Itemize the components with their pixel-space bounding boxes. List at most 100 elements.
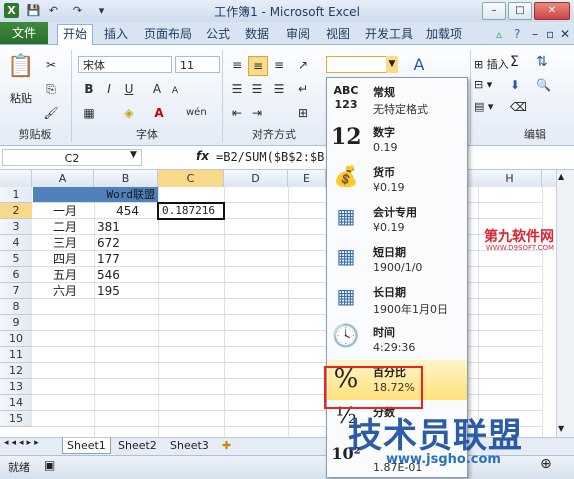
row-header[interactable]: 8: [0, 299, 32, 315]
align-center-icon[interactable]: ☰: [248, 80, 266, 98]
font-size-combo[interactable]: 11: [175, 56, 220, 73]
cell-b1[interactable]: Word联盟: [94, 187, 158, 203]
doc-restore-icon[interactable]: ▫: [546, 25, 554, 43]
tab-insert[interactable]: 插入: [104, 25, 128, 43]
help-icon[interactable]: ?: [514, 25, 520, 43]
save-icon[interactable]: 💾: [26, 3, 41, 18]
tab-data[interactable]: 数据: [245, 25, 269, 43]
cell-a4[interactable]: 三月: [50, 235, 94, 251]
cell-a6[interactable]: 五月: [50, 267, 94, 283]
row-header[interactable]: 5: [0, 251, 32, 267]
font-color-button[interactable]: A: [150, 104, 168, 122]
column-header-a[interactable]: A: [32, 170, 94, 187]
cell-a5[interactable]: 四月: [50, 251, 94, 267]
underline-button[interactable]: U: [120, 80, 138, 98]
column-header-c[interactable]: C: [158, 170, 224, 187]
phonetic-button[interactable]: wén: [186, 104, 207, 122]
chevron-down-icon[interactable]: ▼: [386, 56, 398, 73]
paste-button[interactable]: 粘贴: [10, 90, 32, 106]
format-currency[interactable]: 💰 货币 ¥0.19: [327, 160, 467, 200]
customize-toolbar-icon[interactable]: ▾: [94, 3, 109, 18]
row-header[interactable]: 9: [0, 315, 32, 331]
select-all-corner[interactable]: [0, 170, 32, 187]
tab-developer[interactable]: 开发工具: [365, 25, 413, 43]
tab-home[interactable]: 开始: [57, 24, 94, 46]
format-general[interactable]: ABC 123 常规 无特定格式: [327, 80, 467, 120]
column-header-d[interactable]: D: [224, 170, 288, 187]
orientation-icon[interactable]: ↗: [294, 56, 312, 74]
row-header[interactable]: 3: [0, 219, 32, 235]
cell-b5[interactable]: 177: [94, 251, 142, 267]
insert-cells-button[interactable]: ⊞ 插入: [474, 56, 509, 72]
align-left-icon[interactable]: ☰: [228, 80, 246, 98]
tab-page-layout[interactable]: 页面布局: [144, 25, 192, 43]
format-time[interactable]: 🕓 时间 4:29:36: [327, 320, 467, 360]
cell-b4[interactable]: 672: [94, 235, 142, 251]
row-header[interactable]: 1: [0, 187, 32, 203]
row-header[interactable]: 10: [0, 331, 32, 347]
close-button[interactable]: ✕: [534, 2, 570, 20]
sheet-nav-icon[interactable]: ◂◂◂▸▸: [4, 438, 42, 448]
cell-b7[interactable]: 195: [94, 283, 142, 299]
grow-font-button[interactable]: A: [148, 80, 166, 98]
cell-a2[interactable]: 一月: [50, 203, 94, 219]
tab-review[interactable]: 审阅: [286, 25, 310, 43]
row-header[interactable]: 11: [0, 347, 32, 363]
copy-icon[interactable]: ⎘: [42, 80, 60, 98]
file-tab[interactable]: 文件: [0, 22, 48, 44]
cell-b3[interactable]: 381: [94, 219, 142, 235]
row-header[interactable]: 2: [0, 203, 32, 219]
wrap-text-icon[interactable]: ↵: [294, 80, 312, 98]
maximize-button[interactable]: □: [508, 2, 532, 20]
insert-sheet-icon[interactable]: ✚: [218, 438, 235, 453]
row-header[interactable]: 13: [0, 379, 32, 395]
macro-record-icon[interactable]: ▣: [44, 458, 55, 472]
format-long-date[interactable]: ▦ 长日期 1900年1月0日: [327, 280, 467, 320]
doc-close-icon[interactable]: ✕: [560, 25, 570, 43]
tab-formulas[interactable]: 公式: [206, 25, 230, 43]
increase-indent-icon[interactable]: ⇥: [248, 104, 266, 122]
format-cells-icon[interactable]: ▤ ▾: [474, 100, 493, 113]
sheet-tab-3[interactable]: Sheet3: [166, 438, 213, 453]
tab-addins[interactable]: 加载项: [426, 25, 462, 43]
row-header[interactable]: 14: [0, 395, 32, 411]
insert-function-button[interactable]: fx: [196, 149, 209, 163]
doc-minimize-icon[interactable]: –: [532, 25, 538, 43]
name-box-dropdown-icon[interactable]: ▼: [130, 150, 137, 160]
cell-b2[interactable]: 454: [94, 203, 142, 219]
cell-a3[interactable]: 二月: [50, 219, 94, 235]
row-header[interactable]: 12: [0, 363, 32, 379]
format-number[interactable]: 12 数字 0.19: [327, 120, 467, 160]
format-painter-icon[interactable]: 🖌: [42, 104, 60, 122]
name-box[interactable]: C2: [2, 149, 142, 166]
decrease-indent-icon[interactable]: ⇤: [228, 104, 246, 122]
sort-filter-icon[interactable]: ⇅: [536, 54, 548, 70]
find-select-icon[interactable]: 🔍: [536, 78, 551, 92]
align-bottom-icon[interactable]: ≡: [270, 56, 288, 74]
formula-input[interactable]: =B2/SUM($B$2:$B: [216, 150, 324, 164]
row-header[interactable]: 15: [0, 411, 32, 427]
italic-button[interactable]: I: [100, 80, 118, 98]
minimize-ribbon-icon[interactable]: ▵: [496, 25, 502, 43]
styles-icon[interactable]: A: [410, 56, 428, 74]
cell-c2-selected[interactable]: 0.187216: [157, 202, 225, 220]
column-header-b[interactable]: B: [94, 170, 158, 187]
fill-color-icon[interactable]: ◈: [120, 104, 138, 122]
shrink-font-button[interactable]: A: [166, 82, 184, 100]
redo-icon[interactable]: ↷: [70, 3, 85, 18]
align-right-icon[interactable]: ☰: [270, 80, 288, 98]
format-accounting[interactable]: ▦ 会计专用 ¥0.19: [327, 200, 467, 240]
row-header[interactable]: 4: [0, 235, 32, 251]
font-name-combo[interactable]: 宋体: [78, 56, 172, 73]
cell-b6[interactable]: 546: [94, 267, 142, 283]
cell-a7[interactable]: 六月: [50, 283, 94, 299]
row-header[interactable]: 6: [0, 267, 32, 283]
sheet-tab-2[interactable]: Sheet2: [114, 438, 161, 453]
vertical-scrollbar[interactable]: [556, 170, 574, 437]
row-header[interactable]: 7: [0, 283, 32, 299]
align-middle-icon[interactable]: ≡: [248, 56, 268, 76]
bold-button[interactable]: B: [80, 80, 98, 98]
align-top-icon[interactable]: ≡: [228, 56, 246, 74]
delete-cells-icon[interactable]: ⊟ ▾: [474, 78, 492, 91]
format-short-date[interactable]: ▦ 短日期 1900/1/0: [327, 240, 467, 280]
